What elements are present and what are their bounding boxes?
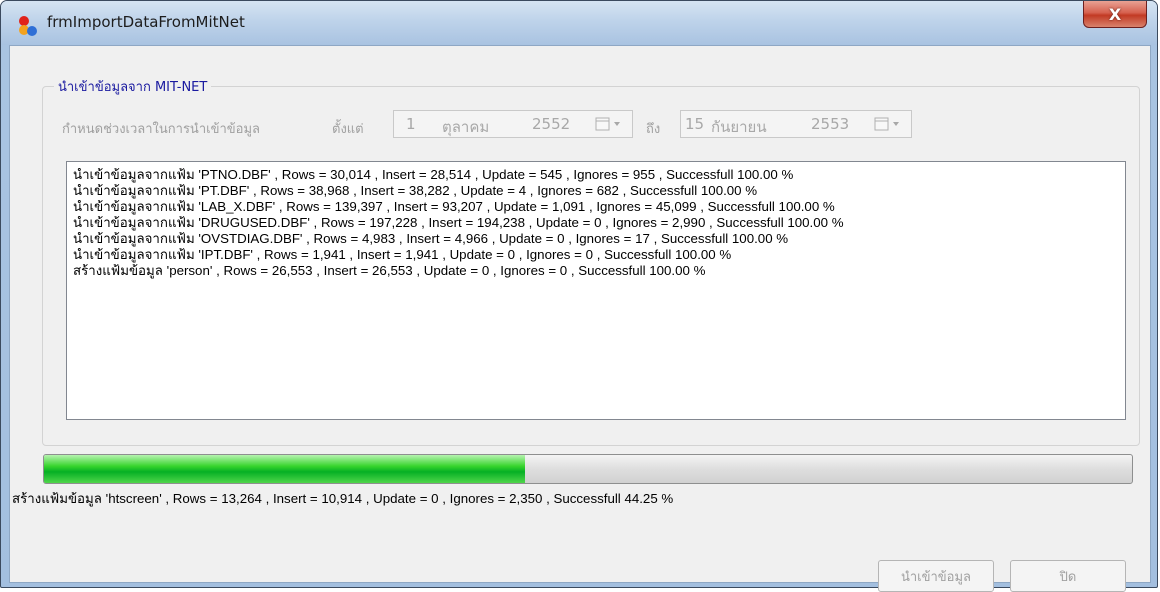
import-log-textbox[interactable]: นำเข้าข้อมูลจากแฟ้ม 'PTNO.DBF' , Rows = …: [66, 161, 1126, 420]
groupbox-legend: นำเข้าข้อมูลจาก MIT-NET: [54, 76, 212, 97]
date-range-label: กำหนดช่วงเวลาในการนำเข้าข้อมูล: [62, 122, 260, 137]
import-button[interactable]: นำเข้าข้อมูล: [878, 560, 994, 592]
from-date-picker[interactable]: 1 ตุลาคม 2552: [393, 110, 633, 138]
import-button-label: นำเข้าข้อมูล: [900, 569, 972, 585]
to-month: กันยายน: [711, 118, 767, 136]
close-window-button[interactable]: X: [1083, 1, 1147, 28]
to-date-picker[interactable]: 15 กันยายน 2553: [680, 110, 912, 138]
from-year: 2552: [532, 115, 571, 133]
title-bar[interactable]: frmImportDataFromMitNet X: [1, 1, 1157, 45]
import-progress-bar: [43, 454, 1133, 484]
log-line: สร้างแฟ้มข้อมูล 'person' , Rows = 26,553…: [73, 263, 706, 278]
progress-fill: [44, 455, 526, 483]
to-day: 15: [685, 115, 705, 133]
close-button[interactable]: ปิด: [1010, 560, 1126, 592]
to-year: 2553: [811, 115, 850, 133]
calendar-dropdown-icon[interactable]: [594, 115, 628, 133]
app-window: frmImportDataFromMitNet X นำเข้าข้อมูลจา…: [0, 0, 1158, 592]
log-line: นำเข้าข้อมูลจากแฟ้ม 'DRUGUSED.DBF' , Row…: [73, 215, 844, 230]
log-line: นำเข้าข้อมูลจากแฟ้ม 'PTNO.DBF' , Rows = …: [73, 167, 794, 182]
to-label: ถึง: [646, 122, 661, 137]
status-text: สร้างแฟ้มข้อมูล 'htscreen' , Rows = 13,2…: [12, 491, 674, 506]
app-logo-icon: [19, 16, 37, 36]
from-day: 1: [406, 115, 416, 133]
close-icon: X: [1108, 4, 1122, 24]
calendar-dropdown-icon[interactable]: [873, 115, 907, 133]
log-line: นำเข้าข้อมูลจากแฟ้ม 'PT.DBF' , Rows = 38…: [73, 183, 758, 198]
log-line: นำเข้าข้อมูลจากแฟ้ม 'IPT.DBF' , Rows = 1…: [73, 247, 732, 262]
from-month: ตุลาคม: [442, 118, 490, 136]
log-line: นำเข้าข้อมูลจากแฟ้ม 'LAB_X.DBF' , Rows =…: [73, 199, 835, 214]
from-label: ตั้งแต่: [332, 122, 364, 137]
window-title: frmImportDataFromMitNet: [47, 13, 245, 31]
log-line: นำเข้าข้อมูลจากแฟ้ม 'OVSTDIAG.DBF' , Row…: [73, 231, 789, 246]
form-client-area: นำเข้าข้อมูลจาก MIT-NET กำหนดช่วงเวลาในก…: [9, 45, 1151, 592]
close-button-label: ปิด: [1059, 569, 1077, 585]
